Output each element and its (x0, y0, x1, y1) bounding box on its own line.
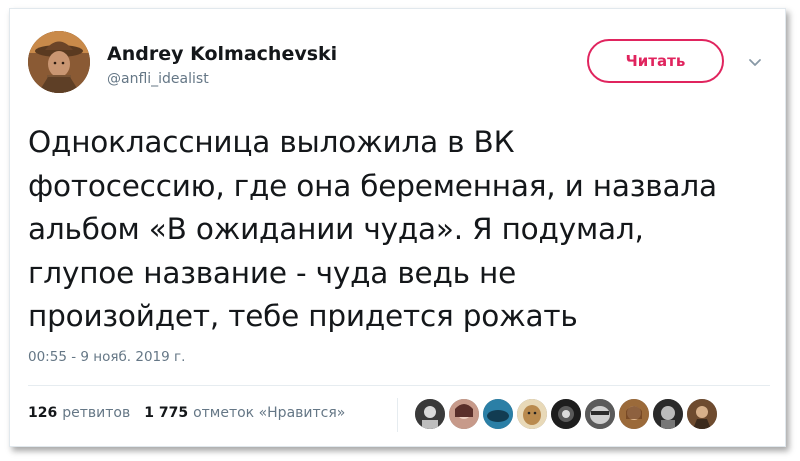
liker-avatar-6[interactable] (585, 399, 615, 429)
liker-avatar-7[interactable] (619, 399, 649, 429)
liker-avatar-8[interactable] (653, 399, 683, 429)
likes-label: отметок «Нравится» (193, 405, 346, 421)
retweets-label: ретвитов (62, 405, 131, 421)
likes-count: 1 775 (144, 405, 189, 421)
liker-avatar-3[interactable] (483, 399, 513, 429)
tweet-timestamp[interactable]: 00:55 - 9 нояб. 2019 г. (28, 349, 185, 365)
tweet-card: Andrey Kolmachevski @anfli_idealist Чита… (9, 8, 786, 447)
liker-avatar-2[interactable] (449, 399, 479, 429)
liker-avatar-4[interactable] (517, 399, 547, 429)
author-display-name[interactable]: Andrey Kolmachevski (107, 43, 337, 65)
tweet-stats: 126 ретвитов 1 775 отметок «Нравится» (28, 405, 359, 421)
avatar-image (28, 31, 90, 93)
likes-stat[interactable]: 1 775 отметок «Нравится» (144, 405, 345, 421)
chevron-down-icon[interactable] (745, 53, 765, 73)
author-handle[interactable]: @anfli_idealist (107, 71, 209, 87)
follow-button[interactable]: Читать (587, 39, 724, 83)
stats-separator (397, 398, 398, 432)
liker-avatar-5[interactable] (551, 399, 581, 429)
divider (28, 385, 770, 386)
liker-avatar-9[interactable] (687, 399, 717, 429)
likers-avatar-list (415, 399, 721, 429)
author-avatar[interactable] (28, 31, 90, 93)
tweet-text: Одноклассница выложила в ВК фотосессию, … (28, 125, 717, 333)
retweets-stat[interactable]: 126 ретвитов (28, 405, 130, 421)
liker-avatar-1[interactable] (415, 399, 445, 429)
retweets-count: 126 (28, 405, 58, 421)
